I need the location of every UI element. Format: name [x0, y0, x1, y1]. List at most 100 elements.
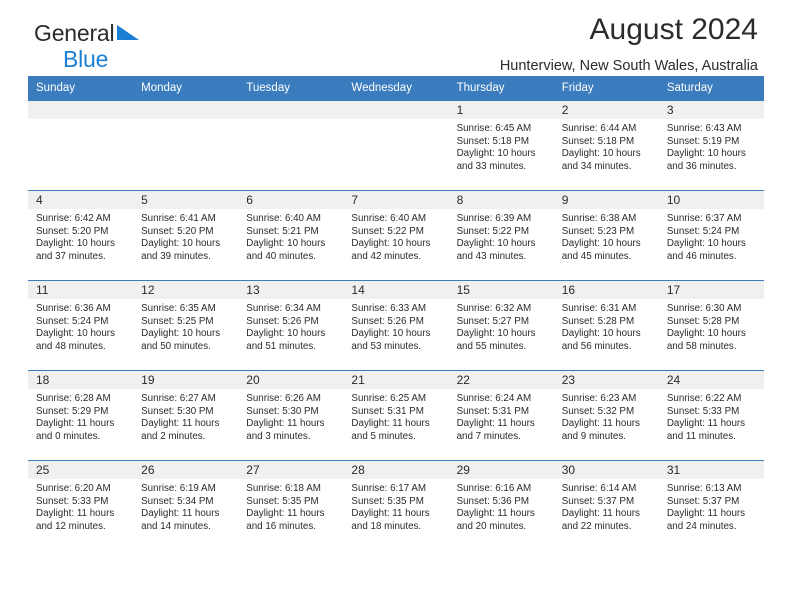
calendar-day-cell[interactable]: 20 Sunrise: 6:26 AM Sunset: 5:30 PM Dayligh… [238, 370, 344, 461]
calendar-day-cell[interactable]: 10 Sunrise: 6:37 AM Sunset: 5:24 PM Dayligh… [658, 190, 764, 281]
weekday-header-wednesday: Wednesday [343, 76, 449, 101]
daylight-text: Daylight: 11 hours and 5 minutes. [351, 418, 430, 442]
sunrise-text: Sunrise: 6:40 AM [351, 213, 427, 224]
day-details: Sunrise: 6:24 AM Sunset: 5:31 PM Daylight:… [449, 389, 554, 443]
day-number [343, 101, 449, 119]
calendar-day-cell[interactable]: 14 Sunrise: 6:33 AM Sunset: 5:26 PM Dayligh… [343, 280, 449, 371]
day-details: Sunrise: 6:19 AM Sunset: 5:34 PM Daylight:… [133, 479, 238, 533]
day-number: 16 [553, 281, 659, 299]
sunset-text: Sunset: 5:28 PM [561, 315, 635, 327]
day-number [238, 101, 344, 119]
daylight-text: Daylight: 10 hours and 34 minutes. [561, 148, 641, 172]
day-number: 30 [553, 461, 659, 479]
daylight-text: Daylight: 11 hours and 22 minutes. [561, 508, 640, 532]
daylight-text: Daylight: 11 hours and 16 minutes. [246, 508, 325, 532]
sunrise-text: Sunrise: 6:19 AM [141, 483, 216, 494]
daylight-text: Daylight: 10 hours and 33 minutes. [456, 148, 536, 172]
sunrise-text: Sunrise: 6:40 AM [246, 213, 321, 224]
day-number: 18 [28, 371, 134, 389]
title-block: August 2024 Hunterview, New South Wales,… [500, 14, 758, 74]
sunset-text: Sunset: 5:22 PM [456, 225, 529, 237]
calendar-day-cell[interactable]: 4 Sunrise: 6:42 AM Sunset: 5:20 PM Daylight… [28, 190, 134, 281]
calendar-day-cell[interactable]: 9 Sunrise: 6:38 AM Sunset: 5:23 PM Daylight… [553, 190, 659, 281]
sunrise-text: Sunrise: 6:38 AM [561, 213, 637, 224]
daylight-text: Daylight: 10 hours and 46 minutes. [666, 238, 746, 262]
day-details: Sunrise: 6:45 AM Sunset: 5:18 PM Daylight:… [449, 119, 554, 173]
day-details: Sunrise: 6:32 AM Sunset: 5:27 PM Daylight:… [449, 299, 554, 353]
sunrise-text: Sunrise: 6:17 AM [351, 483, 427, 494]
sunrise-text: Sunrise: 6:43 AM [666, 123, 742, 134]
calendar-day-cell[interactable]: 25 Sunrise: 6:20 AM Sunset: 5:33 PM Dayligh… [28, 460, 134, 551]
calendar-table: Sunday Monday Tuesday Wednesday Thursday… [28, 76, 764, 551]
calendar-day-cell[interactable]: 12 Sunrise: 6:35 AM Sunset: 5:25 PM Dayligh… [133, 280, 239, 371]
brand-text-general: General [34, 20, 115, 46]
calendar-day-cell[interactable]: 3 Sunrise: 6:43 AM Sunset: 5:19 PM Daylight… [658, 100, 764, 191]
calendar-day-cell[interactable]: 11 Sunrise: 6:36 AM Sunset: 5:24 PM Dayligh… [28, 280, 134, 371]
calendar-day-cell[interactable]: 5 Sunrise: 6:41 AM Sunset: 5:20 PM Daylight… [133, 190, 239, 281]
calendar-week-row: 1 Sunrise: 6:45 AM Sunset: 5:18 PM Daylight… [28, 100, 764, 191]
sunrise-text: Sunrise: 6:41 AM [141, 213, 216, 224]
day-number: 13 [238, 281, 344, 299]
calendar-day-cell[interactable]: 15 Sunrise: 6:32 AM Sunset: 5:27 PM Dayligh… [448, 280, 554, 371]
calendar-day-cell[interactable]: 17 Sunrise: 6:30 AM Sunset: 5:28 PM Dayligh… [658, 280, 764, 371]
calendar-day-cell[interactable]: 28 Sunrise: 6:17 AM Sunset: 5:35 PM Dayligh… [343, 460, 449, 551]
sunrise-text: Sunrise: 6:42 AM [36, 213, 111, 224]
calendar-day-cell[interactable]: 18 Sunrise: 6:28 AM Sunset: 5:29 PM Dayligh… [28, 370, 134, 461]
calendar-day-cell[interactable]: 22 Sunrise: 6:24 AM Sunset: 5:31 PM Dayligh… [448, 370, 554, 461]
weekday-header-tuesday: Tuesday [238, 76, 344, 101]
sunrise-text: Sunrise: 6:39 AM [456, 213, 532, 224]
calendar-day-cell[interactable]: 21 Sunrise: 6:25 AM Sunset: 5:31 PM Dayligh… [343, 370, 449, 461]
sunrise-text: Sunrise: 6:24 AM [456, 393, 532, 404]
daylight-text: Daylight: 11 hours and 12 minutes. [36, 508, 115, 532]
day-number: 11 [28, 281, 134, 299]
day-number: 3 [658, 101, 764, 119]
calendar-day-cell[interactable]: 27 Sunrise: 6:18 AM Sunset: 5:35 PM Dayligh… [238, 460, 344, 551]
calendar-day-cell[interactable]: 6 Sunrise: 6:40 AM Sunset: 5:21 PM Daylight… [238, 190, 344, 281]
day-details: Sunrise: 6:40 AM Sunset: 5:21 PM Daylight:… [238, 209, 343, 263]
calendar-day-cell[interactable]: 1 Sunrise: 6:45 AM Sunset: 5:18 PM Daylight… [448, 100, 554, 191]
sunset-text: Sunset: 5:27 PM [456, 315, 529, 327]
calendar-day-cell[interactable]: 31 Sunrise: 6:13 AM Sunset: 5:37 PM Dayligh… [658, 460, 764, 551]
daylight-text: Daylight: 10 hours and 42 minutes. [351, 238, 431, 262]
sunset-text: Sunset: 5:18 PM [561, 135, 635, 147]
day-details: Sunrise: 6:33 AM Sunset: 5:26 PM Daylight:… [343, 299, 448, 353]
daylight-text: Daylight: 11 hours and 3 minutes. [246, 418, 325, 442]
sunrise-text: Sunrise: 6:35 AM [141, 303, 216, 314]
sunset-text: Sunset: 5:23 PM [561, 225, 635, 237]
calendar-day-cell[interactable]: 2 Sunrise: 6:44 AM Sunset: 5:18 PM Daylight… [553, 100, 659, 191]
calendar-day-cell[interactable]: 30 Sunrise: 6:14 AM Sunset: 5:37 PM Dayligh… [553, 460, 659, 551]
calendar-day-cell[interactable]: 24 Sunrise: 6:22 AM Sunset: 5:33 PM Dayligh… [658, 370, 764, 461]
calendar-cell-empty [28, 100, 134, 191]
sunrise-text: Sunrise: 6:37 AM [666, 213, 742, 224]
day-number: 5 [133, 191, 239, 209]
calendar-day-cell[interactable]: 29 Sunrise: 6:16 AM Sunset: 5:36 PM Dayligh… [448, 460, 554, 551]
calendar-day-cell[interactable]: 23 Sunrise: 6:23 AM Sunset: 5:32 PM Dayligh… [553, 370, 659, 461]
calendar-day-cell[interactable]: 26 Sunrise: 6:19 AM Sunset: 5:34 PM Dayligh… [133, 460, 239, 551]
sunset-text: Sunset: 5:20 PM [36, 225, 109, 237]
day-details: Sunrise: 6:23 AM Sunset: 5:32 PM Daylight:… [554, 389, 659, 443]
calendar-day-cell[interactable]: 7 Sunrise: 6:40 AM Sunset: 5:22 PM Daylight… [343, 190, 449, 281]
page-title: August 2024 [589, 13, 758, 46]
calendar-day-cell[interactable]: 19 Sunrise: 6:27 AM Sunset: 5:30 PM Dayligh… [133, 370, 239, 461]
daylight-text: Daylight: 10 hours and 39 minutes. [141, 238, 221, 262]
calendar-day-cell[interactable]: 8 Sunrise: 6:39 AM Sunset: 5:22 PM Daylight… [448, 190, 554, 281]
sunrise-text: Sunrise: 6:45 AM [456, 123, 532, 134]
day-details: Sunrise: 6:16 AM Sunset: 5:36 PM Daylight:… [449, 479, 554, 533]
day-number: 31 [658, 461, 764, 479]
daylight-text: Daylight: 10 hours and 51 minutes. [246, 328, 326, 352]
calendar-day-cell[interactable]: 16 Sunrise: 6:31 AM Sunset: 5:28 PM Dayligh… [553, 280, 659, 371]
day-details: Sunrise: 6:28 AM Sunset: 5:29 PM Daylight:… [28, 389, 133, 443]
sunrise-text: Sunrise: 6:33 AM [351, 303, 427, 314]
brand-logo[interactable]: General Blue [34, 22, 141, 71]
day-number: 25 [28, 461, 134, 479]
sunrise-text: Sunrise: 6:26 AM [246, 393, 321, 404]
sunrise-text: Sunrise: 6:14 AM [561, 483, 637, 494]
day-details: Sunrise: 6:22 AM Sunset: 5:33 PM Daylight:… [659, 389, 764, 443]
sunrise-text: Sunrise: 6:30 AM [666, 303, 742, 314]
day-details: Sunrise: 6:14 AM Sunset: 5:37 PM Daylight:… [554, 479, 659, 533]
daylight-text: Daylight: 10 hours and 37 minutes. [36, 238, 115, 262]
day-number: 6 [238, 191, 344, 209]
day-details: Sunrise: 6:20 AM Sunset: 5:33 PM Daylight:… [28, 479, 133, 533]
daylight-text: Daylight: 10 hours and 58 minutes. [666, 328, 746, 352]
calendar-day-cell[interactable]: 13 Sunrise: 6:34 AM Sunset: 5:26 PM Dayligh… [238, 280, 344, 371]
